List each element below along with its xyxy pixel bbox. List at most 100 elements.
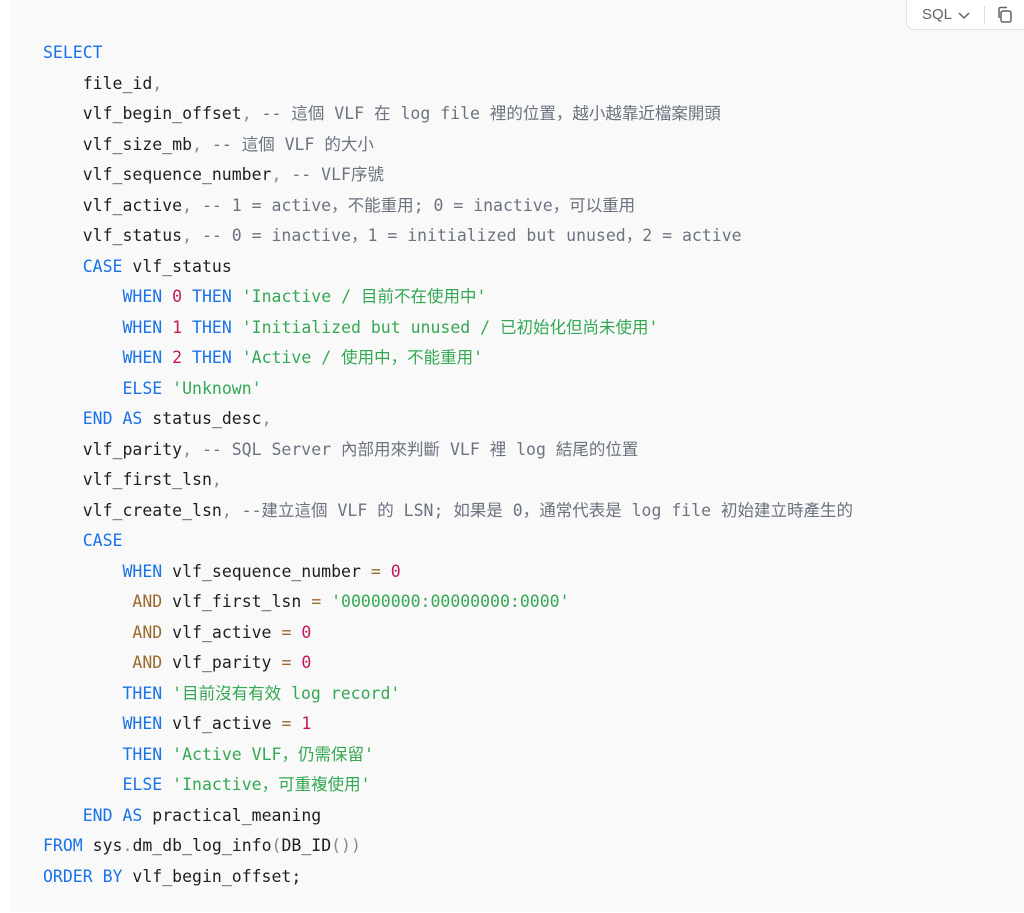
language-label: SQL [922, 6, 953, 23]
code-text: vlf_parity [43, 439, 183, 459]
code-line: WHEN vlf_active = 1 [43, 709, 853, 740]
number-token: 0 [172, 287, 183, 306]
punctuation-token: , [182, 226, 193, 245]
code-line: AND vlf_parity = 0 [43, 648, 853, 679]
operator-token: AND [132, 592, 163, 611]
language-selector[interactable]: SQL [907, 0, 972, 29]
keyword-token: END [82, 409, 113, 428]
keyword-token: WHEN [122, 317, 163, 337]
code-toolbar: SQL [906, 0, 1024, 30]
code-line: END AS practical_meaning [43, 801, 853, 832]
code-text: dm_db_log_info [132, 836, 272, 855]
string-token: 'Active VLF，仍需保留' [172, 744, 374, 764]
keyword-token: ELSE [122, 378, 163, 398]
keyword-token: THEN [122, 744, 163, 764]
code-line: vlf_first_lsn, [43, 465, 853, 496]
number-token: 2 [172, 348, 183, 367]
code-text: vlf_first_lsn [43, 470, 212, 489]
code-line: vlf_status, -- 0 = inactive，1 = initiali… [43, 221, 853, 252]
punctuation-token: , [271, 165, 282, 184]
code-line: END AS status_desc, [43, 404, 853, 435]
copy-button[interactable] [995, 4, 1017, 26]
code-text: vlf_status [122, 256, 232, 276]
keyword-token: SELECT [43, 43, 103, 62]
code-line: vlf_begin_offset, -- 這個 VLF 在 log file 裡… [43, 99, 853, 130]
string-token: 'Unknown' [172, 378, 262, 398]
comment-token: -- 1 = active，不能重用; 0 = inactive，可以重用 [192, 195, 636, 215]
operator-token: = [281, 653, 292, 672]
keyword-token: WHEN [122, 348, 163, 367]
operator-token: = [370, 561, 381, 581]
code-line: ELSE 'Unknown' [43, 374, 853, 405]
operator-token: = [281, 714, 292, 733]
code-line: WHEN 1 THEN 'Initialized but unused / 已初… [43, 313, 853, 344]
keyword-token: THEN [192, 287, 232, 306]
punctuation-token: , [182, 195, 193, 215]
comment-token: -- 0 = inactive，1 = initialized but unus… [192, 226, 742, 245]
string-token: 'Active / 使用中，不能重用' [241, 348, 484, 367]
code-line: vlf_active, -- 1 = active，不能重用; 0 = inac… [43, 191, 853, 222]
number-token: 1 [172, 317, 183, 337]
punctuation-token: ()) [331, 836, 361, 855]
string-token: 'Inactive / 目前不在使用中' [241, 287, 487, 306]
code-line: THEN 'Active VLF，仍需保留' [43, 740, 853, 771]
copy-icon [998, 6, 1012, 23]
code-text: vlf_first_lsn [162, 592, 312, 611]
keyword-token: FROM [43, 836, 83, 855]
keyword-token: THEN [192, 317, 232, 337]
keyword-token: THEN [122, 683, 163, 703]
string-token: 'Initialized but unused / 已初始化但尚未使用' [241, 317, 659, 337]
code-line: AND vlf_first_lsn = '00000000:00000000:0… [43, 587, 853, 618]
code-text: vlf_parity [162, 653, 282, 672]
string-token: '目前沒有有效 log record' [172, 683, 401, 703]
code-text: vlf_create_lsn [43, 500, 222, 520]
punctuation-token: , [241, 104, 252, 123]
code-text: vlf_active [162, 622, 282, 642]
punctuation-token: , [221, 500, 232, 520]
punctuation-token: , [182, 439, 193, 459]
keyword-token: CASE [82, 531, 123, 550]
code-text: sys [82, 836, 123, 855]
code-line: vlf_sequence_number, -- VLF序號 [43, 160, 853, 191]
code-text: vlf_active [43, 195, 183, 215]
keyword-token: THEN [192, 348, 232, 367]
code-line: vlf_parity, -- SQL Server 內部用來判斷 VLF 裡 l… [43, 435, 853, 466]
punctuation-token: , [152, 73, 163, 93]
keyword-token: ELSE [122, 775, 163, 794]
code-line: THEN '目前沒有有效 log record' [43, 679, 853, 710]
operator-token: AND [132, 653, 163, 672]
code-line: FROM sys.dm_db_log_info(DB_ID()) [43, 831, 853, 862]
comment-token: --建立這個 VLF 的 LSN; 如果是 0，通常代表是 log file 初… [231, 500, 854, 520]
code-content: SELECT file_id, vlf_begin_offset, -- 這個 … [43, 38, 853, 892]
number-token: 0 [390, 561, 401, 581]
toolbar-divider [984, 5, 986, 24]
number-token: 0 [301, 622, 312, 642]
code-line: WHEN 2 THEN 'Active / 使用中，不能重用' [43, 343, 853, 374]
number-token: 1 [301, 714, 312, 733]
punctuation-token: ( [271, 836, 282, 855]
